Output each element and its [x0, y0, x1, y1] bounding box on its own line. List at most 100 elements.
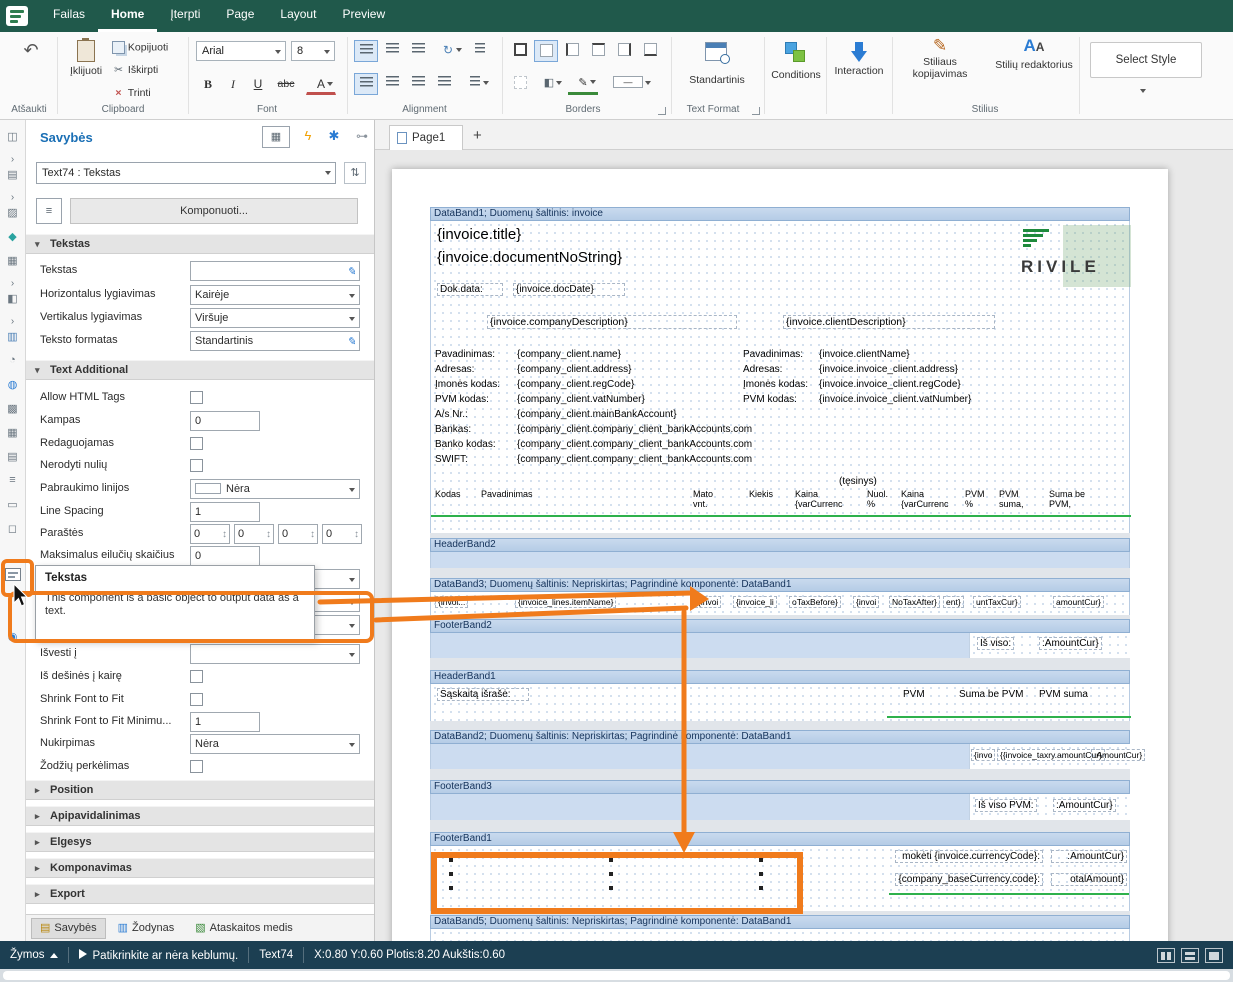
cell[interactable]: NoTaxAfter} [889, 596, 940, 608]
compose-lines-icon[interactable]: ≡ [36, 198, 62, 224]
cell[interactable]: {invoi... [435, 596, 468, 608]
stepper-arrows-icon[interactable]: ↕ [310, 526, 315, 544]
column-header[interactable]: Kiekis [749, 489, 785, 499]
label[interactable]: PVM kodas: [743, 394, 797, 405]
label[interactable]: Banko kodas: [435, 439, 496, 450]
compose-button[interactable]: Komponuoti... [70, 198, 358, 224]
band-header-headerband1[interactable]: HeaderBand1 [430, 670, 1130, 684]
value[interactable]: {invoice.clientName} [819, 349, 910, 360]
field-isviso-value[interactable]: :AmountCur} [1039, 637, 1102, 650]
band-content-databand5[interactable] [430, 929, 1130, 941]
border-all-button[interactable] [508, 40, 532, 62]
line-style-button[interactable]: — [602, 73, 654, 95]
section-komponavimas[interactable]: ▸Komponavimas [26, 858, 374, 878]
continuous-view-icon[interactable] [1181, 948, 1199, 963]
gear-icon[interactable]: ◉ [0, 630, 25, 643]
edit-pencil-icon[interactable]: ✎ [347, 263, 356, 281]
line-color-button[interactable]: ✎ [568, 73, 598, 95]
stepper-arrows-icon[interactable]: ↕ [354, 526, 359, 544]
band-header-databand5[interactable]: DataBand5; Duomenų šaltinis: Nepriskirta… [430, 915, 1130, 929]
section-tekstas[interactable]: ▾Tekstas [26, 234, 374, 254]
interaction-button[interactable]: Interaction [830, 38, 888, 102]
value[interactable]: {company_client.mainBankAccount} [517, 409, 677, 420]
value[interactable]: {company_client.address} [517, 364, 632, 375]
column-header[interactable]: PVM [903, 689, 925, 700]
cell[interactable]: {invoice_lines.itemName} [515, 596, 616, 608]
menu-tab-page[interactable]: Page [213, 0, 267, 32]
horizontal-scrollbar[interactable] [0, 969, 1233, 982]
redaguojamas-checkbox[interactable] [190, 437, 203, 450]
page-area[interactable]: DataBand1; Duomenų šaltinis: invoice {in… [375, 150, 1233, 941]
value[interactable]: {invoice.invoice_client.vatNumber} [819, 394, 971, 405]
font-size-select[interactable]: 8 [291, 41, 335, 61]
chevron-icon[interactable]: › [0, 278, 25, 289]
underline-button[interactable]: U [246, 74, 270, 95]
text-format-expander[interactable] [752, 107, 760, 115]
calendar-icon[interactable]: ▦ [0, 426, 25, 439]
band-content-footerband1[interactable]: mokėti {invoice.currencyCode}: :AmountCu… [430, 846, 1130, 911]
align-top-button[interactable] [354, 40, 378, 62]
rounded-rectangle-icon[interactable]: ◻ [0, 522, 25, 535]
max-lines-input[interactable]: 0 [190, 546, 260, 566]
border-top-button[interactable] [586, 40, 610, 62]
value[interactable]: {company_client.company_client_bankAccou… [517, 439, 752, 450]
selection-handles[interactable] [759, 858, 765, 892]
band-content-databand1[interactable]: {invoice.title} {invoice.documentNoStrin… [430, 221, 1130, 533]
style-editor-button[interactable]: AA Stilių redaktorius [988, 36, 1080, 102]
nerodyti-nuliu-checkbox[interactable] [190, 459, 203, 472]
band-content-headerband1[interactable]: Sąskaitą išrašė: PVM Suma be PVM PVM sum… [430, 684, 1130, 721]
line-spacing-button[interactable] [458, 73, 492, 95]
band-content-footerband3[interactable]: Iš viso PVM: :AmountCur} [430, 794, 1130, 820]
label[interactable]: PVM kodas: [435, 394, 489, 405]
band-header-footerband2[interactable]: FooterBand2 [430, 619, 1130, 633]
paintbrush-icon[interactable]: ◆ [0, 230, 25, 243]
field-issued-label[interactable]: Sąskaitą išrašė: [437, 688, 529, 701]
font-family-select[interactable]: Arial [196, 41, 286, 61]
value[interactable]: {company_client.regCode} [517, 379, 634, 390]
column-header[interactable]: Kaina {varCurrenc [901, 489, 961, 509]
column-header[interactable]: Mato vnt. [693, 489, 725, 509]
align-bottom-button[interactable] [406, 40, 430, 62]
report-page-icon[interactable]: ▤ [0, 168, 25, 181]
label[interactable]: Įmonės kodas: [743, 379, 808, 390]
single-page-view-icon[interactable] [1157, 948, 1175, 963]
align-left-button[interactable] [354, 73, 378, 95]
shrink-font-checkbox[interactable] [190, 693, 203, 706]
field-basecurrency-value[interactable]: otalAmount} [1051, 873, 1127, 886]
chevron-icon[interactable]: › [0, 316, 25, 327]
clock-icon[interactable]: ◔ [0, 354, 25, 366]
value[interactable]: {company_client.name} [517, 349, 621, 360]
label[interactable]: Pavadinimas: [435, 349, 495, 360]
band-header-footerband1[interactable]: FooterBand1 [430, 832, 1130, 846]
value[interactable]: {company_client.company_client_bankAccou… [517, 454, 752, 465]
line-spacing-input[interactable]: 1 [190, 502, 260, 522]
selection-handles[interactable] [609, 858, 615, 892]
tab-page1[interactable]: Page1 [389, 125, 463, 150]
object-selector[interactable]: Text74 : Tekstas [36, 162, 336, 184]
cell[interactable]: {invo [971, 749, 995, 761]
value[interactable]: {company_client.company_client_bankAccou… [517, 424, 752, 435]
text-format-input[interactable]: Standartinis✎ [190, 331, 360, 351]
label[interactable]: Adresas: [435, 364, 474, 375]
cell[interactable]: untTaxCur} [973, 596, 1021, 608]
scrollbar-thumb[interactable] [3, 971, 1230, 980]
menu-tab-failas[interactable]: Failas [40, 0, 98, 32]
cell[interactable]: amountCur} [1053, 596, 1104, 608]
pin-icon[interactable]: ⊶ [352, 126, 372, 148]
margin-top-stepper[interactable]: 0↕ [234, 524, 274, 544]
tab-savybes[interactable]: ▤Savybės [31, 918, 106, 939]
shrink-min-input[interactable]: 1 [190, 712, 260, 732]
chart-icon[interactable]: ▥ [0, 330, 25, 343]
band-content-databand2[interactable]: {invo {{invoice_taxry.amountCur} :Amount… [430, 744, 1130, 769]
text-format-button[interactable] [705, 42, 727, 64]
margin-bottom-stepper[interactable]: 0↕ [322, 524, 362, 544]
font-color-button[interactable]: A [306, 74, 336, 95]
stepper-arrows-icon[interactable]: ↕ [222, 526, 227, 544]
word-wrap-checkbox[interactable] [190, 760, 203, 773]
text-format-value[interactable]: Standartinis [671, 74, 763, 86]
copy-button[interactable]: Kopijuoti [112, 41, 168, 54]
margin-right-stepper[interactable]: 0↕ [278, 524, 318, 544]
tags-toggle[interactable]: Žymos [10, 949, 58, 961]
margin-left-stepper[interactable]: 0↕ [190, 524, 230, 544]
delete-button[interactable]: × Trinti [112, 87, 151, 99]
